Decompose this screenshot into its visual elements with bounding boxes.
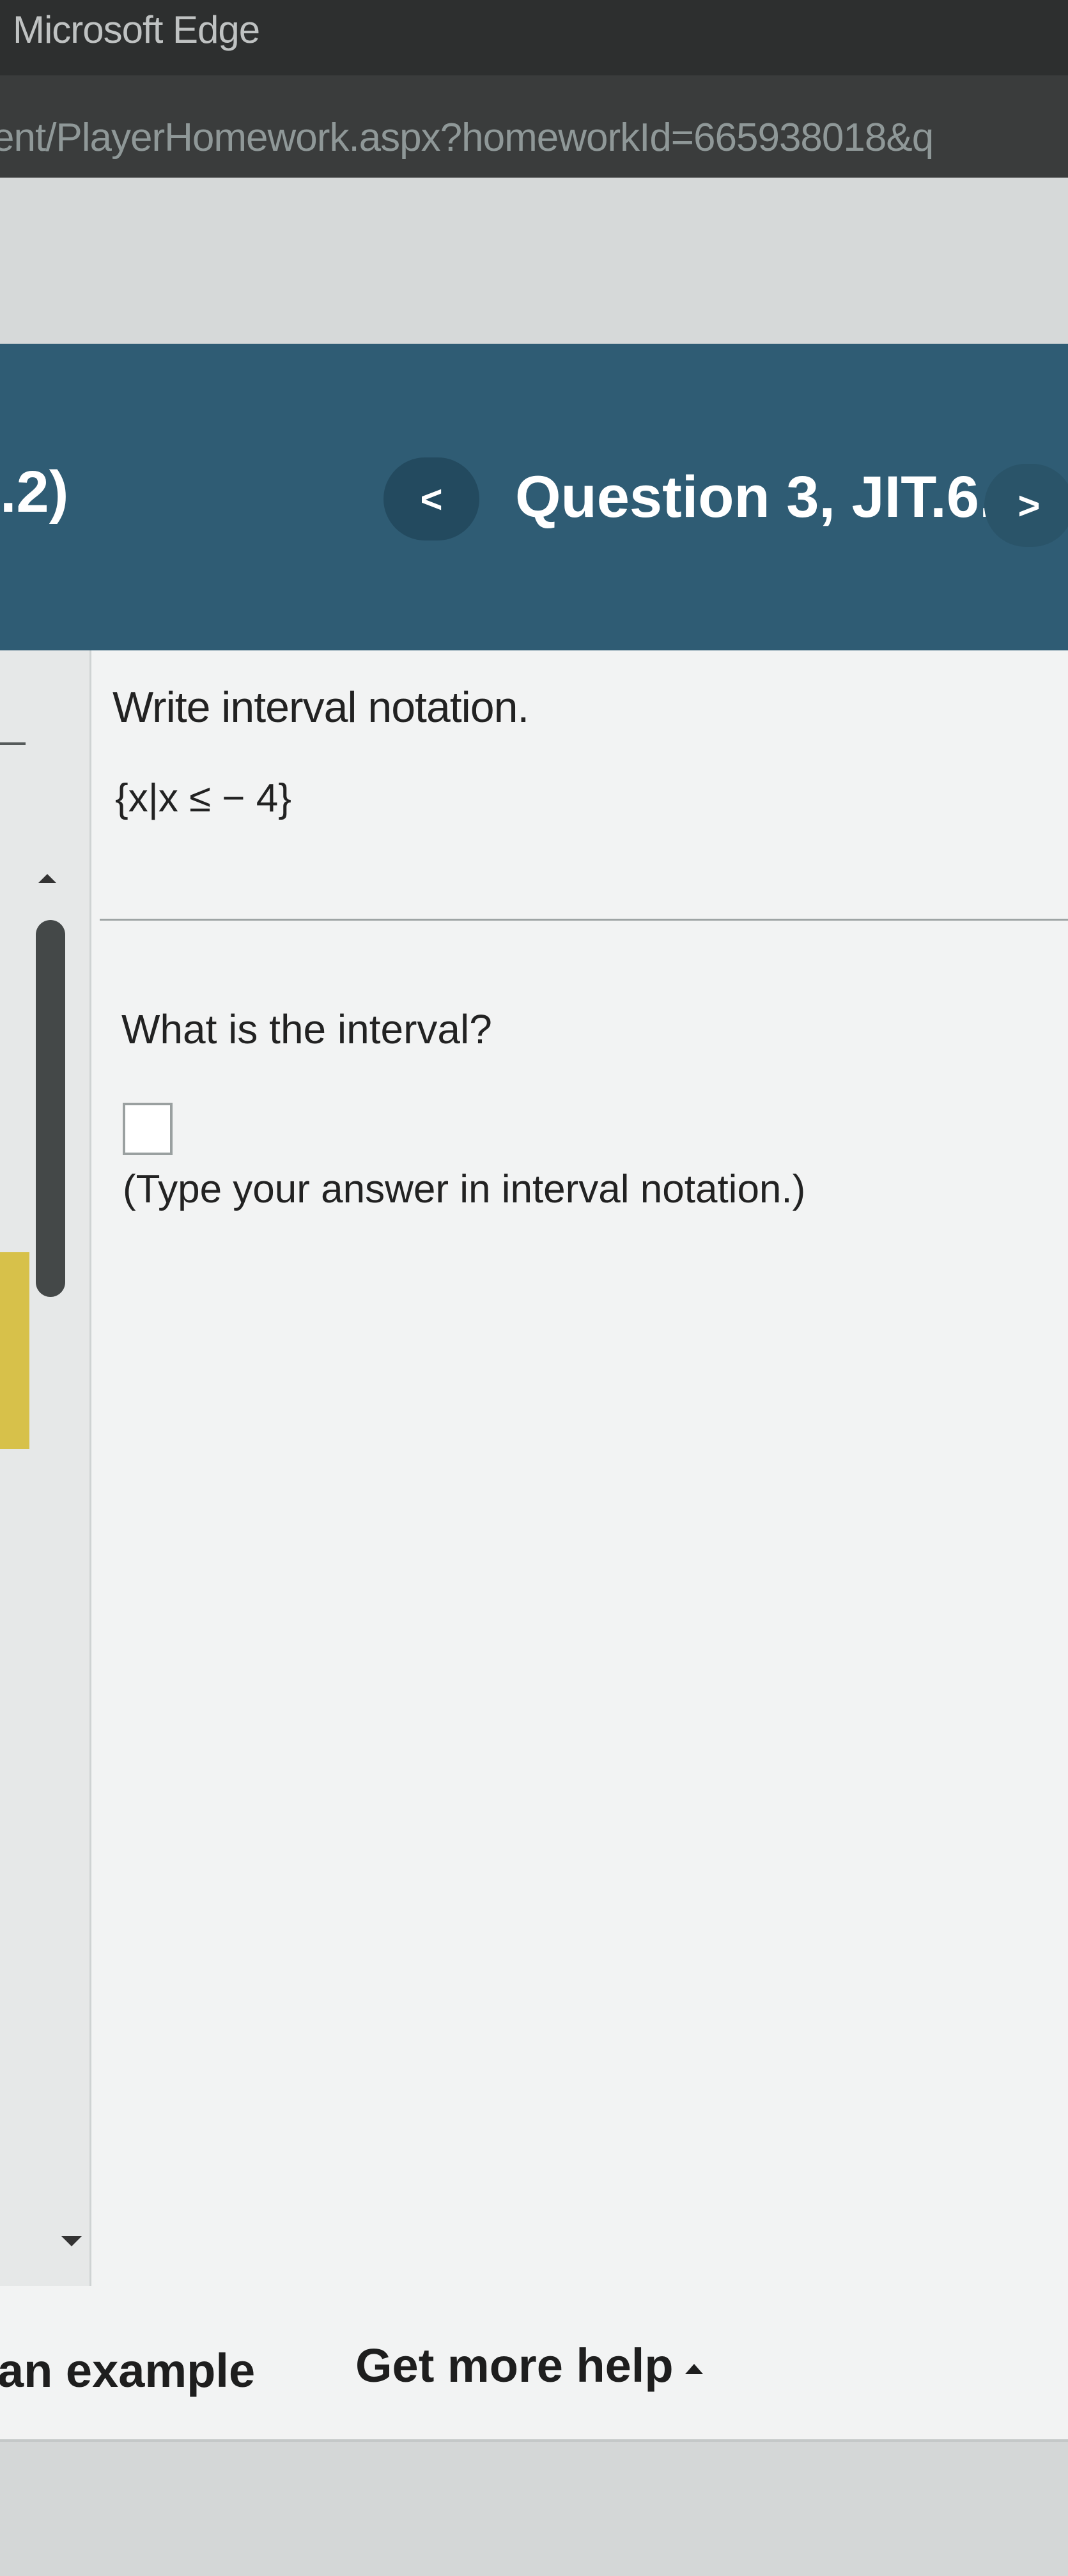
chevron-left-icon: < (420, 477, 443, 521)
section-divider (100, 919, 1068, 921)
footer-bar (0, 2442, 1068, 2576)
get-more-help-label: Get more help (355, 2339, 674, 2392)
scroll-up-arrow-icon[interactable] (38, 874, 56, 883)
app-name: Microsoft Edge (13, 8, 260, 51)
previous-question-button[interactable]: < (383, 457, 479, 540)
question-title: Question 3, JIT.6.3 (515, 464, 1028, 530)
side-tab[interactable] (0, 1252, 29, 1449)
browser-titlebar: Microsoft Edge (0, 0, 1068, 75)
address-url[interactable]: ent/PlayerHomework.aspx?homeworkId=66593… (0, 115, 934, 160)
view-example-button[interactable]: an example (0, 2343, 255, 2398)
get-more-help-button[interactable]: Get more help (355, 2338, 703, 2393)
set-builder-expression: {x|x ≤ − 4} (115, 776, 291, 820)
page-top-band (0, 178, 1068, 344)
scrollbar-thumb[interactable] (36, 920, 65, 1297)
caret-up-icon (685, 2364, 703, 2375)
rail-marker (0, 742, 26, 745)
question-number: .2) (0, 459, 69, 525)
scroll-down-arrow-icon[interactable] (61, 2236, 82, 2246)
next-question-button[interactable]: > (984, 464, 1068, 547)
question-prompt: What is the interval? (121, 1006, 492, 1052)
scroll-rail (0, 650, 91, 2286)
answer-input[interactable] (123, 1103, 173, 1155)
chevron-right-icon: > (1018, 484, 1041, 527)
answer-hint: (Type your answer in interval notation.) (123, 1167, 806, 1211)
question-instruction: Write interval notation. (112, 683, 529, 732)
